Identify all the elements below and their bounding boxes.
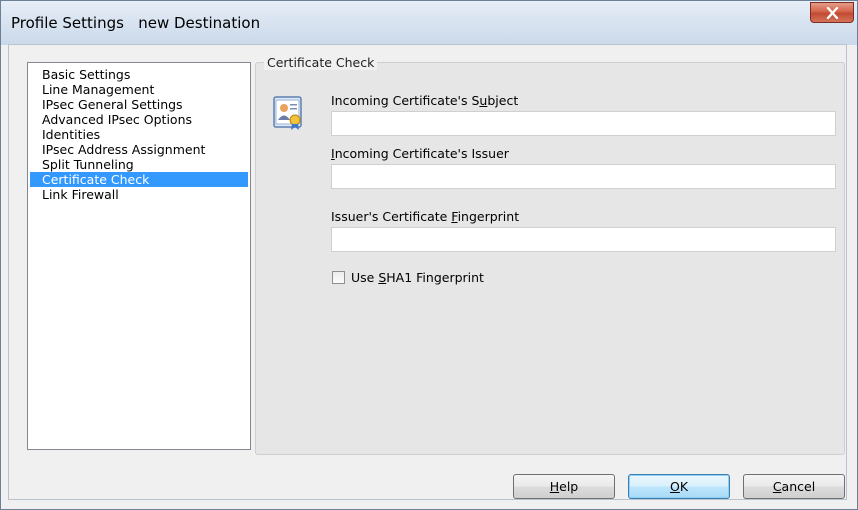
issuer-label: Incoming Certificate's Issuer (331, 146, 509, 161)
subject-label: Incoming Certificate's Subject (331, 93, 519, 108)
nav-item-ipsec-general-settings[interactable]: IPsec General Settings (30, 97, 248, 112)
certificate-issuer-input[interactable] (331, 164, 836, 189)
fingerprint-label: Issuer's Certificate Fingerprint (331, 209, 520, 224)
sha1-fingerprint-checkbox[interactable] (332, 271, 345, 284)
nav-item-line-management[interactable]: Line Management (30, 82, 248, 97)
sha1-fingerprint-label[interactable]: Use SHA1 Fingerprint (351, 270, 484, 285)
groupbox-legend: Certificate Check (264, 55, 378, 70)
nav-item-advanced-ipsec-options[interactable]: Advanced IPsec Options (30, 112, 248, 127)
close-button[interactable] (810, 2, 854, 23)
certificate-subject-input[interactable] (331, 111, 836, 136)
close-icon (826, 7, 839, 19)
settings-category-list[interactable]: Basic Settings Line Management IPsec Gen… (27, 62, 251, 450)
nav-item-basic-settings[interactable]: Basic Settings (30, 67, 248, 82)
window-title: Profile Settings new Destination (11, 14, 261, 32)
help-button[interactable]: Help (513, 474, 615, 499)
ok-button[interactable]: OK (628, 474, 730, 499)
nav-item-link-firewall[interactable]: Link Firewall (30, 187, 248, 202)
title-bar[interactable]: Profile Settings new Destination (1, 1, 857, 45)
nav-item-split-tunneling[interactable]: Split Tunneling (30, 157, 248, 172)
nav-item-identities[interactable]: Identities (30, 127, 248, 142)
certificate-icon (273, 96, 302, 130)
issuer-fingerprint-input[interactable] (331, 227, 836, 252)
nav-item-certificate-check[interactable]: Certificate Check (30, 172, 248, 187)
nav-item-ipsec-address-assignment[interactable]: IPsec Address Assignment (30, 142, 248, 157)
cancel-button[interactable]: Cancel (743, 474, 845, 499)
